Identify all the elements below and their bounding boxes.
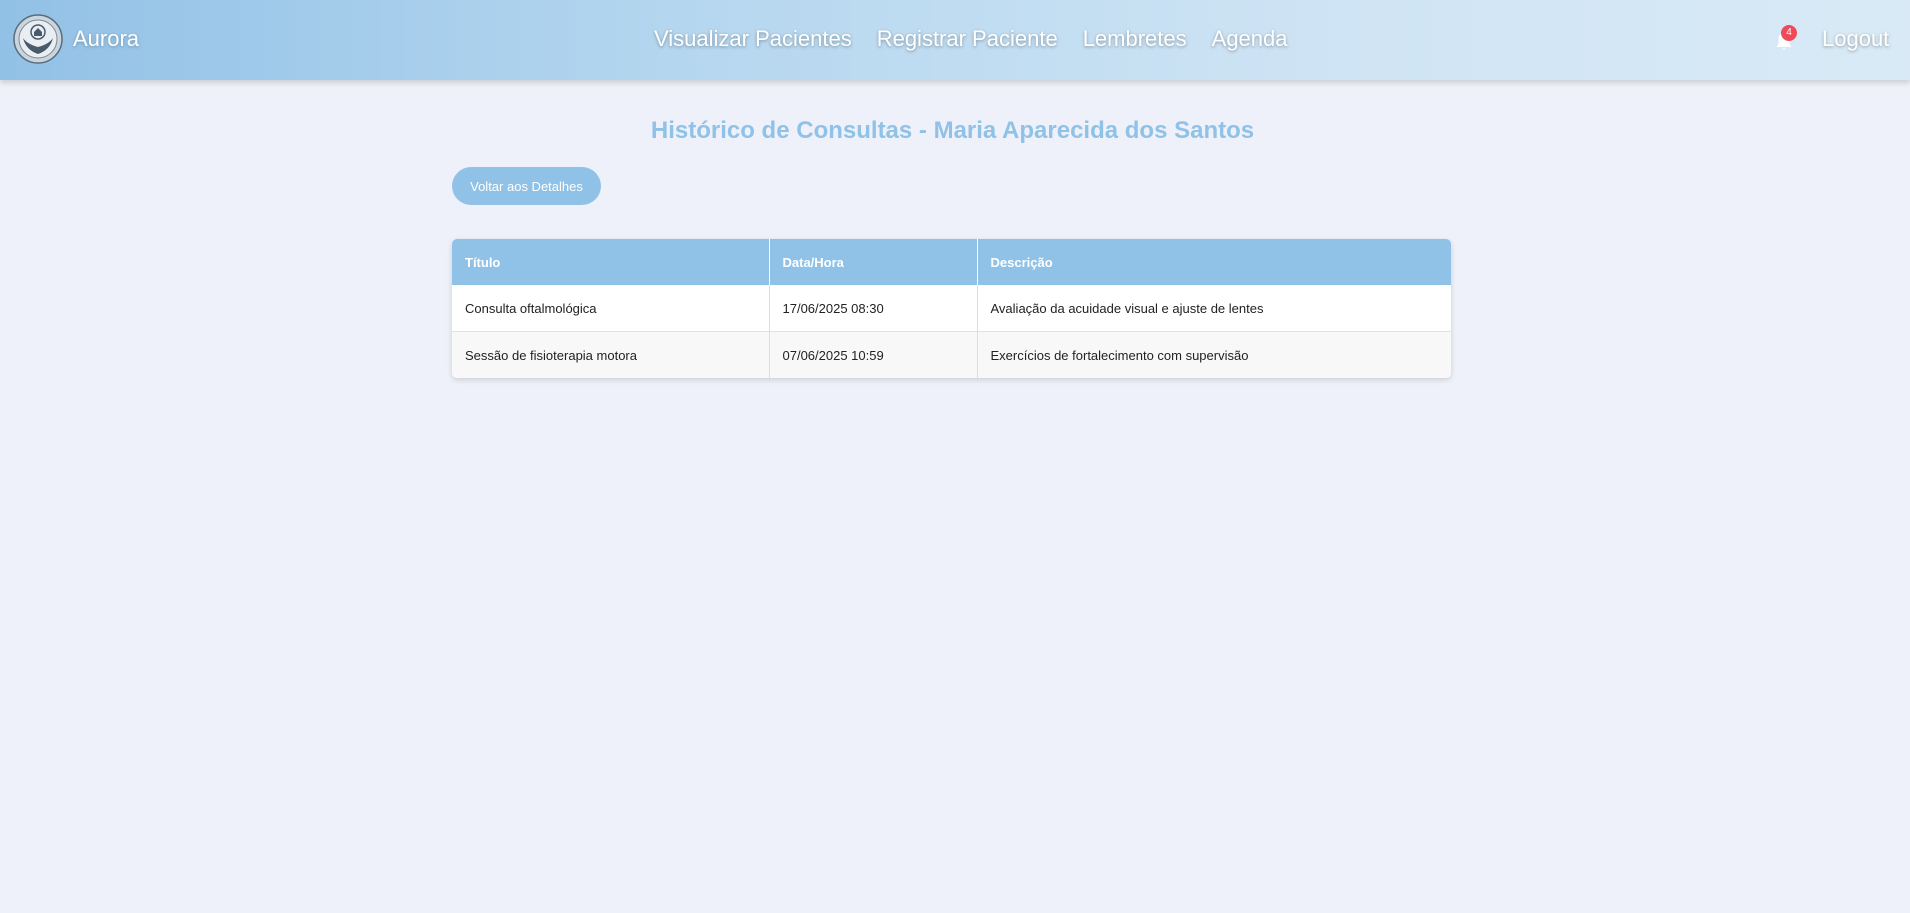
cell-data-hora: 17/06/2025 08:30	[769, 285, 978, 332]
column-header-titulo: Título	[452, 239, 770, 285]
cell-titulo: Sessão de fisioterapia motora	[452, 331, 770, 378]
nav-registrar-paciente[interactable]: Registrar Paciente	[877, 26, 1058, 52]
main-nav: Visualizar Pacientes Registrar Paciente …	[654, 26, 1288, 52]
nav-agenda[interactable]: Agenda	[1212, 26, 1288, 52]
cell-descricao: Avaliação da acuidade visual e ajuste de…	[977, 285, 1451, 332]
consultations-table: Título Data/Hora Descrição Consulta ofta…	[452, 239, 1451, 378]
nav-visualizar-pacientes[interactable]: Visualizar Pacientes	[654, 26, 852, 52]
table-row: Consulta oftalmológica 17/06/2025 08:30 …	[452, 285, 1451, 332]
top-navbar: Aurora Visualizar Pacientes Registrar Pa…	[0, 0, 1910, 80]
cell-descricao: Exercícios de fortalecimento com supervi…	[977, 331, 1451, 378]
column-header-data-hora: Data/Hora	[769, 239, 978, 285]
nav-lembretes[interactable]: Lembretes	[1083, 26, 1187, 52]
table-header-row: Título Data/Hora Descrição	[452, 239, 1451, 285]
notification-count-badge: 4	[1781, 25, 1797, 41]
cell-data-hora: 07/06/2025 10:59	[769, 331, 978, 378]
consultations-table-card: Título Data/Hora Descrição Consulta ofta…	[452, 239, 1451, 378]
caring-hands-icon	[13, 14, 63, 64]
logout-link[interactable]: Logout	[1822, 26, 1889, 52]
brand-link[interactable]: Aurora	[13, 14, 139, 64]
table-row: Sessão de fisioterapia motora 07/06/2025…	[452, 331, 1451, 378]
back-to-details-button[interactable]: Voltar aos Detalhes	[452, 167, 601, 205]
column-header-descricao: Descrição	[977, 239, 1451, 285]
cell-titulo: Consulta oftalmológica	[452, 285, 770, 332]
brand-name: Aurora	[73, 26, 140, 51]
page-title: Histórico de Consultas - Maria Aparecida…	[650, 117, 1255, 144]
